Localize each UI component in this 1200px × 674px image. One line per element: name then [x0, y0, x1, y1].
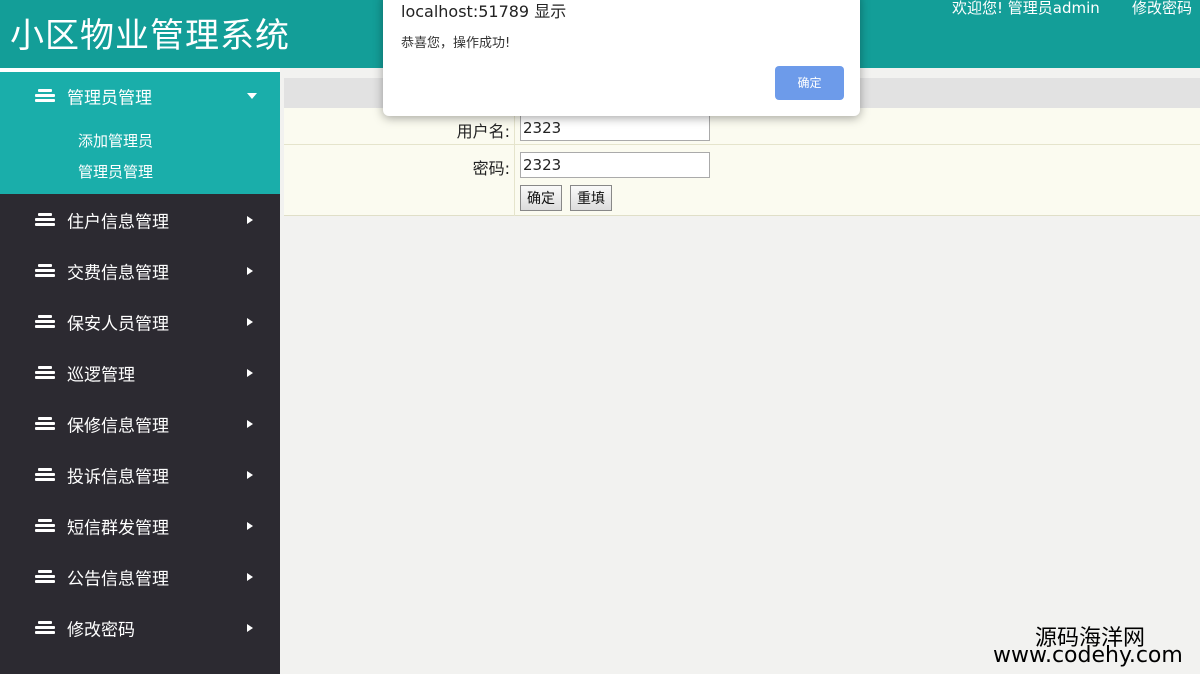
sidebar-item-label: 短信群发管理: [67, 518, 169, 538]
sidebar-item-label: 交费信息管理: [67, 263, 169, 283]
sidebar-item-label: 住户信息管理: [67, 212, 169, 232]
chevron-right-icon: [247, 419, 253, 428]
app-title: 小区物业管理系统: [10, 16, 290, 56]
sidebar-submenu: 添加管理员 管理员管理: [0, 120, 280, 194]
sidebar-item-label: 保修信息管理: [67, 416, 169, 436]
chevron-right-icon: [247, 215, 253, 224]
welcome-text: 欢迎您! 管理员admin: [952, 0, 1100, 17]
chevron-right-icon: [247, 572, 253, 581]
sidebar-item-label: 巡逻管理: [67, 365, 135, 385]
sidebar-item-patrol[interactable]: 巡逻管理: [0, 347, 280, 398]
submit-button[interactable]: 确定: [520, 185, 562, 211]
stack-icon: [35, 416, 55, 431]
sidebar-item-complaints[interactable]: 投诉信息管理: [0, 449, 280, 500]
password-label: 密码:: [472, 159, 510, 178]
sidebar-item-sms[interactable]: 短信群发管理: [0, 500, 280, 551]
sidebar-item-label: 投诉信息管理: [67, 467, 169, 487]
sidebar-item-label: 保安人员管理: [67, 314, 169, 334]
form-row-password: 密码:: [284, 145, 1200, 182]
alert-ok-button[interactable]: 确定: [775, 66, 844, 100]
stack-icon: [35, 365, 55, 380]
sidebar-item-announcements[interactable]: 公告信息管理: [0, 551, 280, 602]
reset-button[interactable]: 重填: [570, 185, 612, 211]
chevron-right-icon: [247, 266, 253, 275]
sidebar: 管理员管理 添加管理员 管理员管理 住户信息管理 交费信息管理 保安人员管理 巡…: [0, 68, 280, 674]
sidebar-subitem-manage-admin[interactable]: 管理员管理: [0, 157, 280, 188]
stack-icon: [35, 518, 55, 533]
chevron-right-icon: [247, 368, 253, 377]
sidebar-group-admin[interactable]: 管理员管理: [0, 68, 280, 120]
stack-icon: [35, 569, 55, 584]
sidebar-item-fees[interactable]: 交费信息管理: [0, 245, 280, 296]
chevron-down-icon: [247, 93, 257, 99]
sidebar-item-change-password[interactable]: 修改密码: [0, 602, 280, 653]
sidebar-item-security-staff[interactable]: 保安人员管理: [0, 296, 280, 347]
sidebar-subitem-add-admin[interactable]: 添加管理员: [0, 126, 280, 157]
watermark-url: www.codehy.com: [993, 643, 1183, 668]
alert-title: localhost:51789 显示: [401, 2, 567, 21]
sidebar-item-residents[interactable]: 住户信息管理: [0, 194, 280, 245]
alert-message: 恭喜您，操作成功!: [401, 36, 511, 51]
sidebar-item-repairs[interactable]: 保修信息管理: [0, 398, 280, 449]
stack-icon: [35, 467, 55, 482]
password-input[interactable]: [520, 152, 710, 178]
stack-icon: [35, 212, 55, 227]
chevron-right-icon: [247, 317, 253, 326]
sidebar-item-label: 公告信息管理: [67, 569, 169, 589]
sidebar-item-label: 修改密码: [67, 620, 135, 640]
chevron-right-icon: [247, 470, 253, 479]
admin-form: 用户名: 密码: 确定 重填: [284, 108, 1200, 216]
sidebar-group-label: 管理员管理: [67, 88, 152, 109]
username-input[interactable]: [520, 115, 710, 141]
stack-icon: [35, 89, 55, 103]
chevron-right-icon: [247, 521, 253, 530]
stack-icon: [35, 620, 55, 635]
chevron-right-icon: [247, 623, 253, 632]
header-change-password-link[interactable]: 修改密码: [1132, 0, 1192, 18]
username-label: 用户名:: [456, 122, 510, 141]
stack-icon: [35, 314, 55, 329]
stack-icon: [35, 263, 55, 278]
alert-dialog: localhost:51789 显示 恭喜您，操作成功! 确定: [383, 0, 860, 116]
